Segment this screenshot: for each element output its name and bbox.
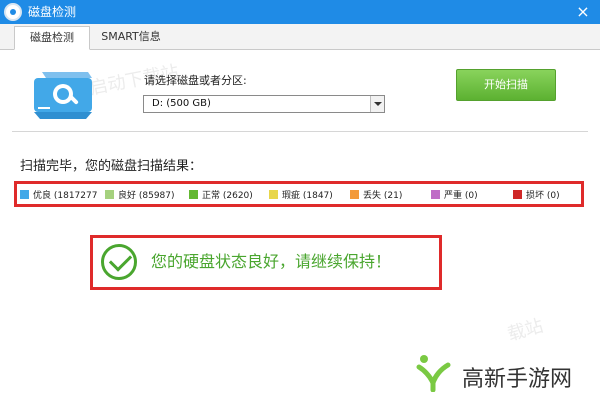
check-icon xyxy=(101,244,137,280)
drive-select-label: 请选择磁盘或者分区: xyxy=(144,74,247,87)
legend-item-normal: 正常 (2620) xyxy=(189,190,253,202)
chevron-down-icon[interactable] xyxy=(370,96,384,112)
swatch-icon xyxy=(20,190,29,199)
tab-smart-info[interactable]: SMART信息 xyxy=(92,26,170,50)
swatch-icon xyxy=(513,190,522,199)
disk-check-window: 磁盘检测 × 磁盘检测 SMART信息 启动下载站 请选择磁盘或者分区: D: … xyxy=(0,0,600,398)
health-status-box: 您的硬盘状态良好，请继续保持！ xyxy=(90,235,442,290)
disk-app-icon xyxy=(4,3,22,21)
legend-label: 优良 (1817277 xyxy=(33,191,98,201)
drive-select[interactable]: D: (500 GB) xyxy=(143,95,385,113)
legend-label: 瑕疵 (1847) xyxy=(282,191,333,201)
swatch-icon xyxy=(350,190,359,199)
close-button[interactable]: × xyxy=(574,3,592,21)
legend-item-severe: 严重 (0) xyxy=(431,190,478,202)
legend-item-damaged: 损坏 (0) xyxy=(513,190,560,202)
scan-result-title: 扫描完毕，您的磁盘扫描结果： xyxy=(20,159,203,174)
health-status-text: 您的硬盘状态良好，请继续保持！ xyxy=(151,252,392,271)
window-title: 磁盘检测 xyxy=(28,5,77,19)
tab-bar: 磁盘检测 SMART信息 xyxy=(0,24,600,50)
legend-item-lost: 丢失 (21) xyxy=(350,190,402,202)
start-scan-button[interactable]: 开始扫描 xyxy=(456,69,556,101)
sector-legend-box: 优良 (1817277 良好 (85987) 正常 (2620) 瑕疵 (184… xyxy=(14,181,584,207)
legend-item-flawed: 瑕疵 (1847) xyxy=(269,190,333,202)
title-bar: 磁盘检测 × xyxy=(0,0,600,24)
swatch-icon xyxy=(269,190,278,199)
legend-label: 良好 (85987) xyxy=(118,191,175,201)
hard-disk-illustration xyxy=(34,72,92,119)
brand-logo-icon xyxy=(416,355,451,392)
watermark-text-bottom: 载站 xyxy=(505,315,546,346)
drive-select-value: D: (500 GB) xyxy=(152,98,211,109)
brand-name: 高新手游网 xyxy=(462,367,573,392)
legend-label: 严重 (0) xyxy=(444,191,478,201)
swatch-icon xyxy=(105,190,114,199)
tab-disk-check[interactable]: 磁盘检测 xyxy=(14,26,90,50)
section-divider xyxy=(12,131,588,132)
legend-label: 正常 (2620) xyxy=(202,191,253,201)
legend-item-good: 良好 (85987) xyxy=(105,190,175,202)
legend-label: 损坏 (0) xyxy=(526,191,560,201)
swatch-icon xyxy=(431,190,440,199)
legend-label: 丢失 (21) xyxy=(363,191,403,201)
swatch-icon xyxy=(189,190,198,199)
legend-item-excellent: 优良 (1817277 xyxy=(20,190,97,202)
